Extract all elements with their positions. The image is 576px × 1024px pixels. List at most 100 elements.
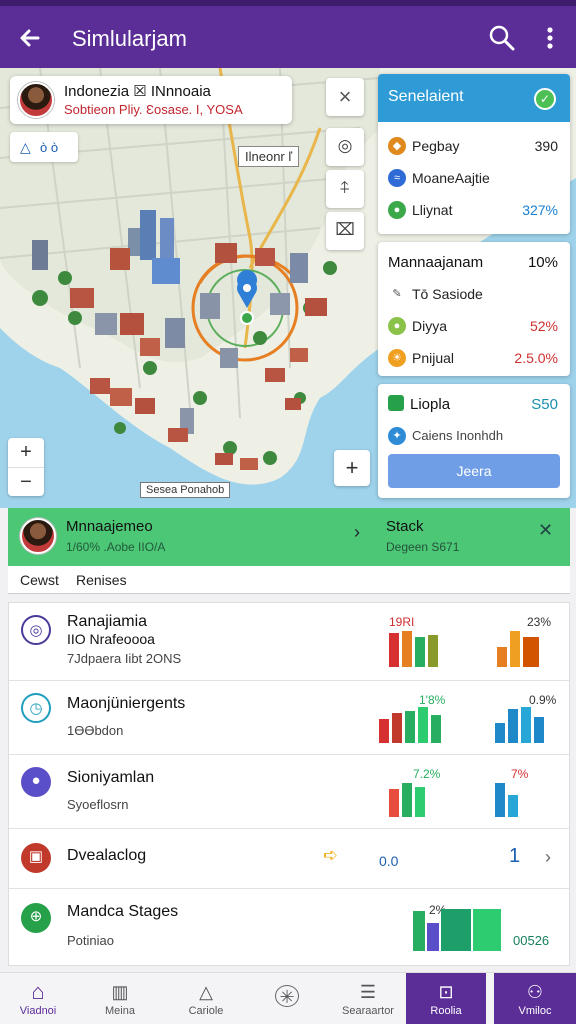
zoom-in-button[interactable]: + <box>8 438 44 467</box>
nav-label: Viadnoi <box>19 1005 57 1017</box>
panel-title-value: 10% <box>527 254 558 271</box>
item-pct-a: 0.0 <box>379 853 399 869</box>
panel-title: Senelaient <box>388 88 464 105</box>
tab-bar: Cewst Renises <box>8 566 570 594</box>
item-title: Dvealaclog <box>67 847 147 864</box>
target-icon: ◎ <box>21 615 51 645</box>
item-pct-b: 00526 <box>513 933 550 948</box>
row-label: MoaneAajtie <box>412 170 490 186</box>
layers-icon[interactable]: ⌧ <box>326 212 364 250</box>
lock-icon: ◆ <box>388 137 406 155</box>
calendar-icon: ▣ <box>21 843 51 873</box>
tab-cewst[interactable]: Cewst <box>20 572 59 588</box>
item-meta: 7Jdpaera Iibt 2ONS <box>67 651 182 666</box>
panel-row[interactable]: ● Lliynat 327% <box>378 194 570 226</box>
arrow-right-icon: ➪ <box>323 845 339 865</box>
status-title: Stack <box>386 518 424 535</box>
panel-row[interactable]: ◆ Pegbay 390 <box>378 130 570 162</box>
avatar <box>18 82 54 118</box>
map-place-label: Ilneonr ľ <box>238 146 300 167</box>
more-vert-icon[interactable] <box>536 22 564 54</box>
panel-row[interactable]: ✎ Tō Sasiode <box>378 278 570 310</box>
location-subtitle: Sobtieon Pliy. Ɛosase. I, YOSA <box>64 102 243 117</box>
item-sub: Syoeflosrn <box>67 797 129 812</box>
tab-renises[interactable]: Renises <box>76 572 127 588</box>
nav-inbox[interactable]: ⊡ Roolia <box>406 973 486 1024</box>
panel-title: Mannaajanam <box>388 254 484 271</box>
list-item[interactable]: ⊕ Mandca Stages Potiniao 2% 00526 <box>9 889 569 965</box>
nav-map[interactable]: ▥ Meina <box>84 973 156 1024</box>
panel-row[interactable]: ✦ Caiens Inonhdh <box>378 420 570 452</box>
user-icon: ⚇ <box>526 982 544 1002</box>
item-pct-a: 7.2% <box>413 767 441 781</box>
nav-tent[interactable]: △ Cariole <box>168 973 244 1024</box>
map-chip-text: ò ò <box>40 140 59 155</box>
list-item[interactable]: ● Sioniyamlan Syoeflosrn 7.2% 7% <box>9 755 569 829</box>
nav-compass[interactable]: ✳ <box>252 973 322 1024</box>
item-pct-b: 23% <box>527 615 552 629</box>
tag-icon: ✎ <box>388 285 406 303</box>
panel-row[interactable]: ☀ Pnijual 2.5.0% <box>378 342 570 374</box>
item-pct-b: 1 <box>509 845 521 867</box>
bars-a <box>389 631 438 667</box>
item-title: Mandca Stages <box>67 903 179 920</box>
action-button[interactable]: Jeera <box>388 454 560 488</box>
item-sub: Potiniao <box>67 933 114 948</box>
tools-icon[interactable]: ✕ <box>538 520 553 541</box>
add-button[interactable]: + <box>334 450 370 486</box>
panel-title-row: Mannaajanam 10% <box>378 242 570 278</box>
status-sub: Degeen S671 <box>386 540 460 554</box>
panel-liopla: Liopla S50 ✦ Caiens Inonhdh Jeera <box>378 384 570 498</box>
nav-list[interactable]: ☰ Searaartor <box>330 973 406 1024</box>
bars-a <box>379 707 441 743</box>
list-item[interactable]: ◎ Ranajiamia IIO Nrafeoooa 7Jdpaera Iibt… <box>9 603 569 681</box>
arrow-left-icon[interactable] <box>14 22 46 54</box>
map-icon: ▥ <box>111 982 129 1002</box>
list-item[interactable]: ▣ Dvealaclog ➪ 0.0 1 › <box>9 829 569 889</box>
compass-icon: ✳ <box>275 985 299 1007</box>
selected-user-bar[interactable]: Mnnaajemeo 1/60% .Aobe IIO/A › Stack Deg… <box>8 508 570 566</box>
panel-mannaajanam: Mannaajanam 10% ✎ Tō Sasiode ● Diyya 52%… <box>378 242 570 376</box>
panel-title-row: Liopla S50 <box>378 384 570 420</box>
item-title: Sioniyamlan <box>67 769 155 786</box>
pin-icon[interactable]: ⍏ <box>326 170 364 208</box>
row-label: Lliynat <box>412 202 453 218</box>
chevron-right-icon[interactable]: › <box>354 522 360 543</box>
target-icon[interactable]: ◎ <box>326 128 364 166</box>
app-bar: Simlularjam <box>0 0 576 68</box>
sun-icon: ☀ <box>388 349 406 367</box>
inbox-icon: ⊡ <box>438 982 454 1002</box>
close-icon[interactable]: × <box>326 78 364 116</box>
check-icon[interactable]: ✓ <box>534 88 556 110</box>
clock-icon: ◷ <box>21 693 51 723</box>
bars-b <box>497 631 539 667</box>
nav-home[interactable]: ⌂ Viadnoi <box>0 973 76 1024</box>
panel-row[interactable]: ● Diyya 52% <box>378 310 570 342</box>
map-chip[interactable]: △ ò ò <box>10 132 78 162</box>
list-item[interactable]: ◷ Maonjüniergents 1ƟƟbdon 1'8% 0.9% <box>9 681 569 755</box>
row-label: Caiens Inonhdh <box>412 428 504 443</box>
flag-icon <box>388 395 404 411</box>
panel-row[interactable]: ≈ MoaneAajtie <box>378 162 570 194</box>
item-title: Ranajiamia <box>67 613 148 630</box>
row-value: 52% <box>529 318 558 334</box>
search-icon[interactable] <box>486 22 518 54</box>
nav-user[interactable]: ⚇ Vmiloc <box>494 973 576 1024</box>
item-pct-b: 7% <box>511 767 529 781</box>
nav-label: Cariole <box>188 1005 224 1017</box>
row-value: 390 <box>534 138 558 154</box>
tent-icon: △ <box>199 982 213 1002</box>
list-icon: ☰ <box>359 982 377 1002</box>
panel-header: Senelaient ✓ <box>378 74 570 122</box>
chevron-right-icon[interactable]: › <box>545 847 551 868</box>
row-label: Diyya <box>412 318 448 334</box>
item-pct-a: 1'8% <box>419 693 446 707</box>
drop-icon: ✦ <box>388 427 406 445</box>
status-bar <box>0 0 576 6</box>
item-sub: IIO Nrafeoooa <box>67 631 155 647</box>
row-label: Tō Sasiode <box>412 286 483 302</box>
circle-icon: ● <box>388 317 406 335</box>
location-info-card[interactable]: Indonezia ☒ INnnoaia Sobtieon Pliy. Ɛosa… <box>10 76 292 124</box>
row-label: Pnijual <box>412 350 455 366</box>
zoom-out-button[interactable]: − <box>8 467 44 496</box>
